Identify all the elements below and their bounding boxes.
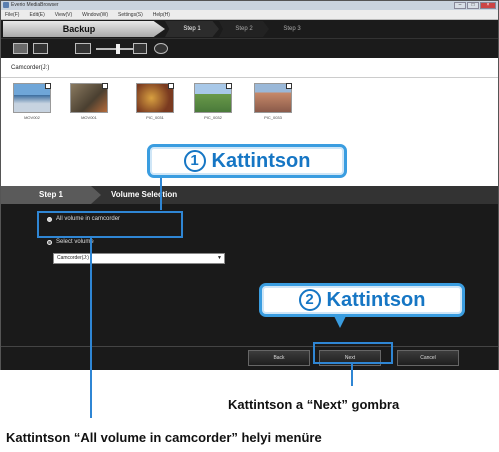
pointer-line-all <box>90 238 92 418</box>
thumbnail[interactable] <box>194 83 232 113</box>
thumbnail[interactable] <box>254 83 292 113</box>
camcorder-header: Camcorder(J:) <box>1 58 498 78</box>
callout-1-number: 1 <box>183 150 206 172</box>
thumbnail[interactable] <box>70 83 108 113</box>
thumbnail-checkbox[interactable] <box>168 83 174 89</box>
large-thumbnail-icon[interactable] <box>133 43 147 54</box>
window-title: Everio MediaBrowser <box>11 2 59 8</box>
callout-1-text: Kattintson <box>211 149 311 172</box>
radio-icon[interactable] <box>47 239 52 245</box>
caption-all-volume: Kattintson “All volume in camcorder” hel… <box>6 430 322 445</box>
small-thumbnail-icon[interactable] <box>75 43 91 54</box>
tab-bar: Backup Step 1 Step 2 Step 3 <box>1 20 498 38</box>
file-name: PIC_0033 <box>264 115 282 120</box>
chevron-down-icon: ▼ <box>217 255 222 261</box>
menu-view[interactable]: View(V) <box>55 10 72 19</box>
callout-2: 2 Kattintson <box>259 283 465 317</box>
thumbnail-checkbox[interactable] <box>45 83 51 89</box>
wizard-step-label: Step 1 <box>1 186 101 204</box>
file-name: MOV001 <box>81 115 97 120</box>
highlight-next <box>313 342 393 364</box>
title-bar: Everio MediaBrowser – □ × <box>1 1 498 10</box>
menu-window[interactable]: Window(W) <box>82 10 108 19</box>
list-view-icon[interactable] <box>33 43 48 54</box>
view-toolbar <box>1 38 498 58</box>
highlight-all-volume <box>37 211 183 238</box>
window-controls: – □ × <box>454 1 496 10</box>
menu-help[interactable]: Help(H) <box>153 10 170 19</box>
thumbnail-checkbox[interactable] <box>286 83 292 89</box>
thumbnail-checkbox[interactable] <box>226 83 232 89</box>
maximize-button[interactable]: □ <box>467 2 479 9</box>
volume-dropdown-value: Camcorder(J:) <box>57 255 89 261</box>
app-icon <box>3 2 9 8</box>
thumbnail[interactable] <box>13 83 51 113</box>
pointer-line-1 <box>160 178 162 210</box>
menu-file[interactable]: File(F) <box>5 10 19 19</box>
file-name: PIC_0031 <box>146 115 164 120</box>
option-select-label: Select volume <box>56 239 94 245</box>
tab-backup[interactable]: Backup <box>3 21 165 37</box>
file-name: MOV002 <box>24 115 40 120</box>
wizard-button-bar: Back Next Cancel <box>1 346 498 370</box>
volume-dropdown[interactable]: Camcorder(J:) ▼ <box>53 253 225 264</box>
tab-step-1: Step 1 <box>165 21 219 37</box>
tab-step-2: Step 2 <box>219 21 269 37</box>
wizard-header: Step 1 Volume Selection <box>1 186 498 204</box>
callout-1: 1 Kattintson <box>147 144 347 178</box>
close-button[interactable]: × <box>480 2 496 9</box>
grid-view-icon[interactable] <box>13 43 28 54</box>
caption-next: Kattintson a “Next” gombra <box>228 397 400 412</box>
thumbnail[interactable] <box>136 83 174 113</box>
callout-2-text: Kattintson <box>326 288 426 311</box>
menu-settings[interactable]: Settings(S) <box>118 10 143 19</box>
preview-icon[interactable] <box>154 43 168 54</box>
menu-edit[interactable]: Edit(E) <box>29 10 44 19</box>
wizard-title: Volume Selection <box>111 190 178 199</box>
thumbnail-checkbox[interactable] <box>102 83 108 89</box>
callout-2-pointer <box>334 316 346 328</box>
option-select-volume[interactable]: Select volume <box>47 239 94 245</box>
menu-bar: File(F) Edit(E) View(V) Window(W) Settin… <box>1 10 498 20</box>
file-name: PIC_0032 <box>204 115 222 120</box>
cancel-button[interactable]: Cancel <box>397 350 459 366</box>
pointer-line-next <box>351 364 353 386</box>
callout-2-number: 2 <box>298 289 321 311</box>
back-button[interactable]: Back <box>248 350 310 366</box>
slider-knob[interactable] <box>116 44 120 54</box>
minimize-button[interactable]: – <box>454 2 466 9</box>
tab-step-3: Step 3 <box>283 26 301 32</box>
